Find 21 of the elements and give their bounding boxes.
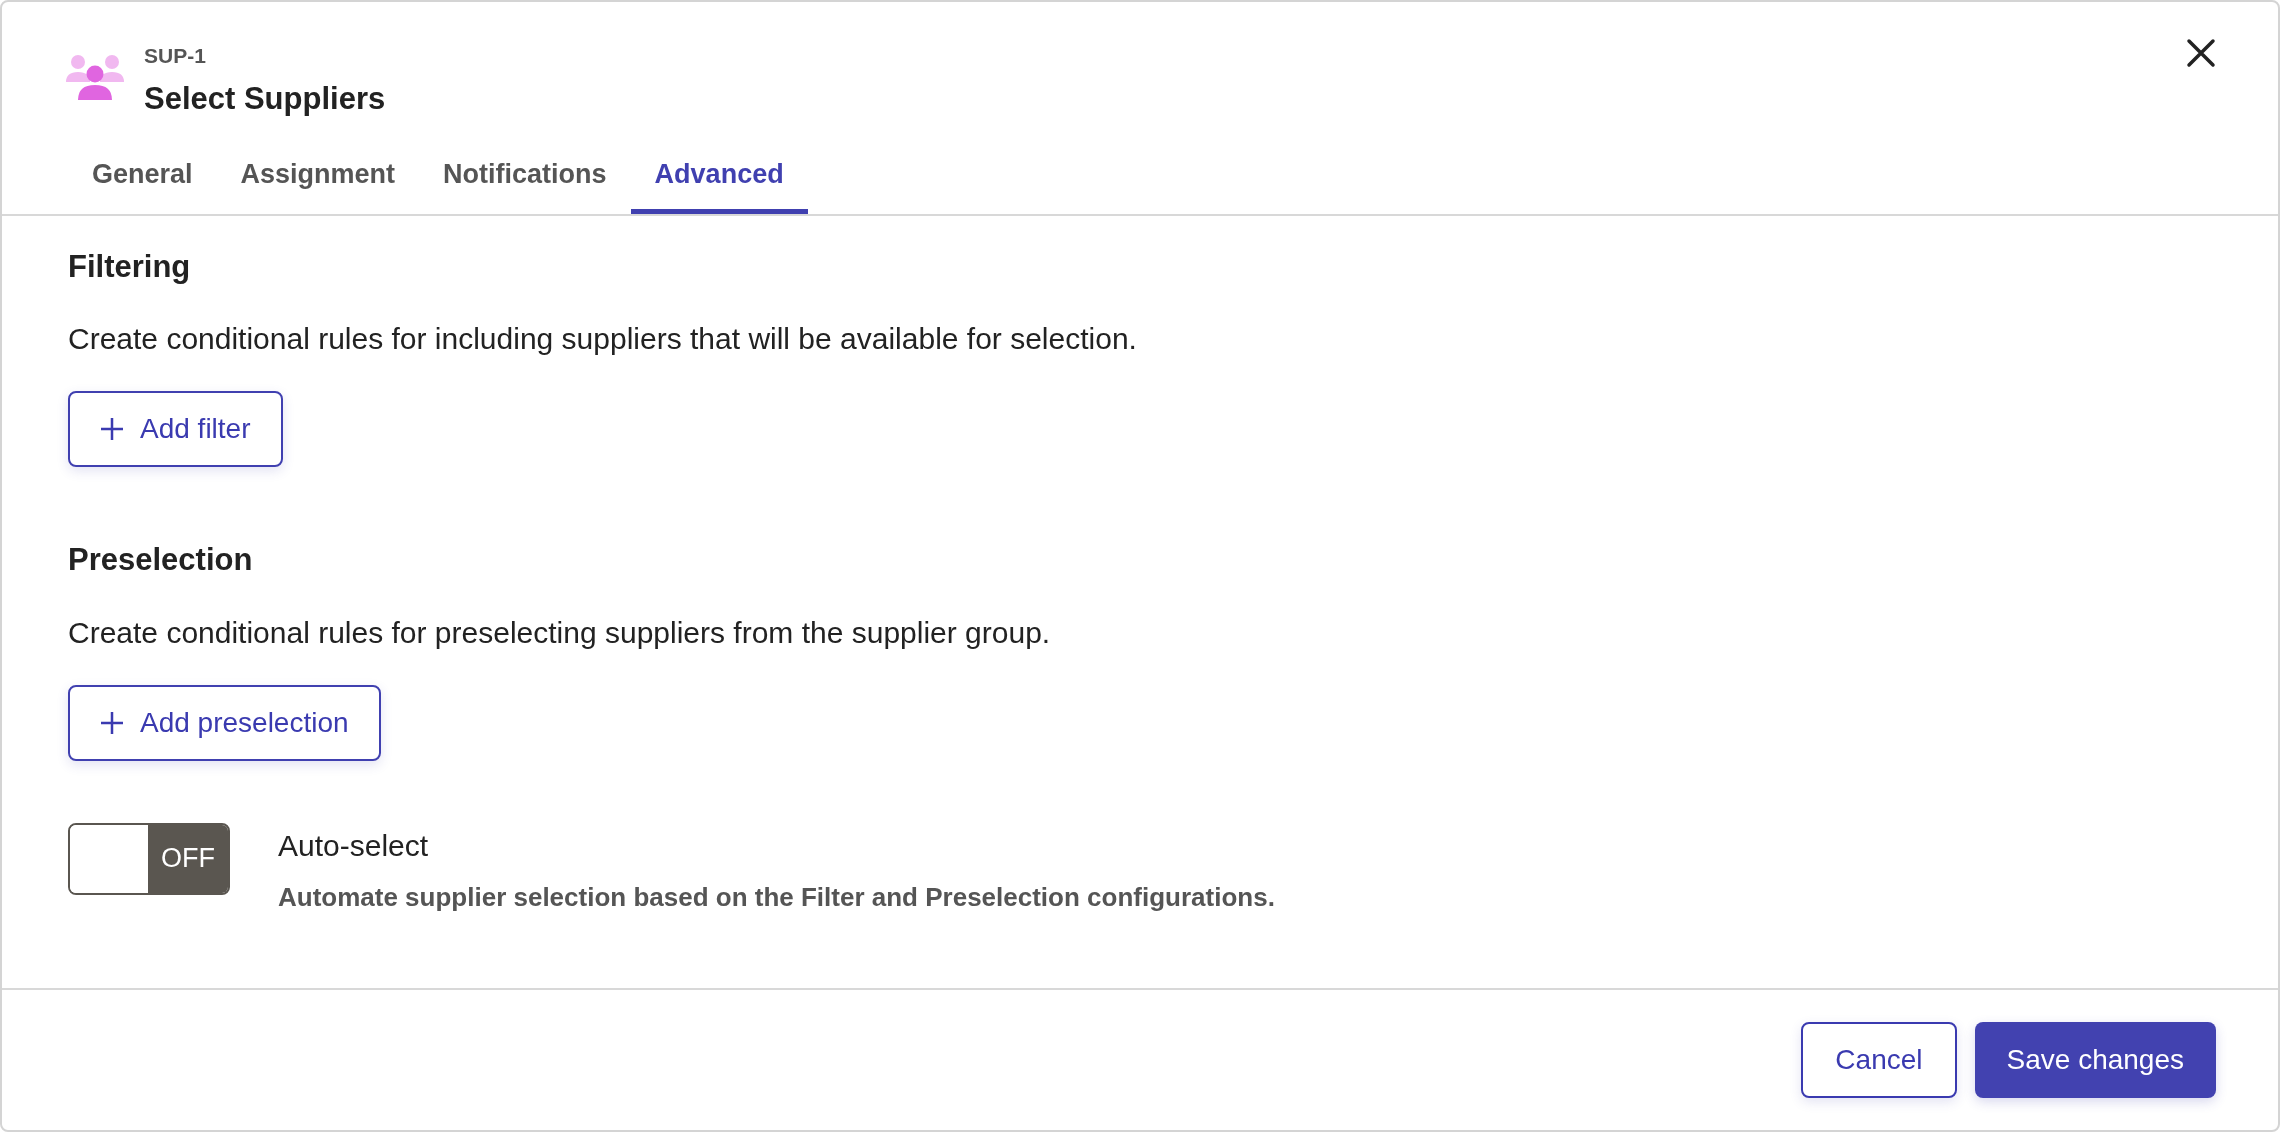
dialog-title: Select Suppliers [144, 79, 386, 118]
tab[interactable]: Notifications [419, 144, 631, 214]
add-button[interactable]: Add filter [68, 391, 283, 467]
section-description: Create conditional rules for preselecting suppliers from the supplier group. [68, 614, 1052, 651]
toggle-description: Automate supplier selection based on the Filter and Preselection configurations. [278, 880, 1275, 914]
plus-icon [100, 710, 124, 735]
section-heading: Filtering [68, 247, 192, 286]
tab[interactable]: Assignment [216, 144, 420, 214]
record-code: SUP-1 [144, 43, 207, 69]
save-button[interactable]: Save changes [1974, 1022, 2216, 1098]
add-button[interactable]: Add preselection [68, 684, 381, 761]
plus-icon [100, 417, 124, 441]
close-icon [2186, 38, 2216, 68]
toggle-label: Auto-select [278, 827, 430, 864]
tab[interactable]: Advanced [630, 144, 808, 214]
section-heading: Preselection [68, 541, 254, 579]
cancel-button[interactable]: Cancel [1801, 1022, 1957, 1098]
tab[interactable]: General [68, 144, 217, 214]
toggle-switch[interactable]: OFF [68, 822, 230, 895]
section-description: Create conditional rules for including suppliers that will be available for selection. [68, 321, 1138, 357]
people-icon [66, 54, 124, 102]
